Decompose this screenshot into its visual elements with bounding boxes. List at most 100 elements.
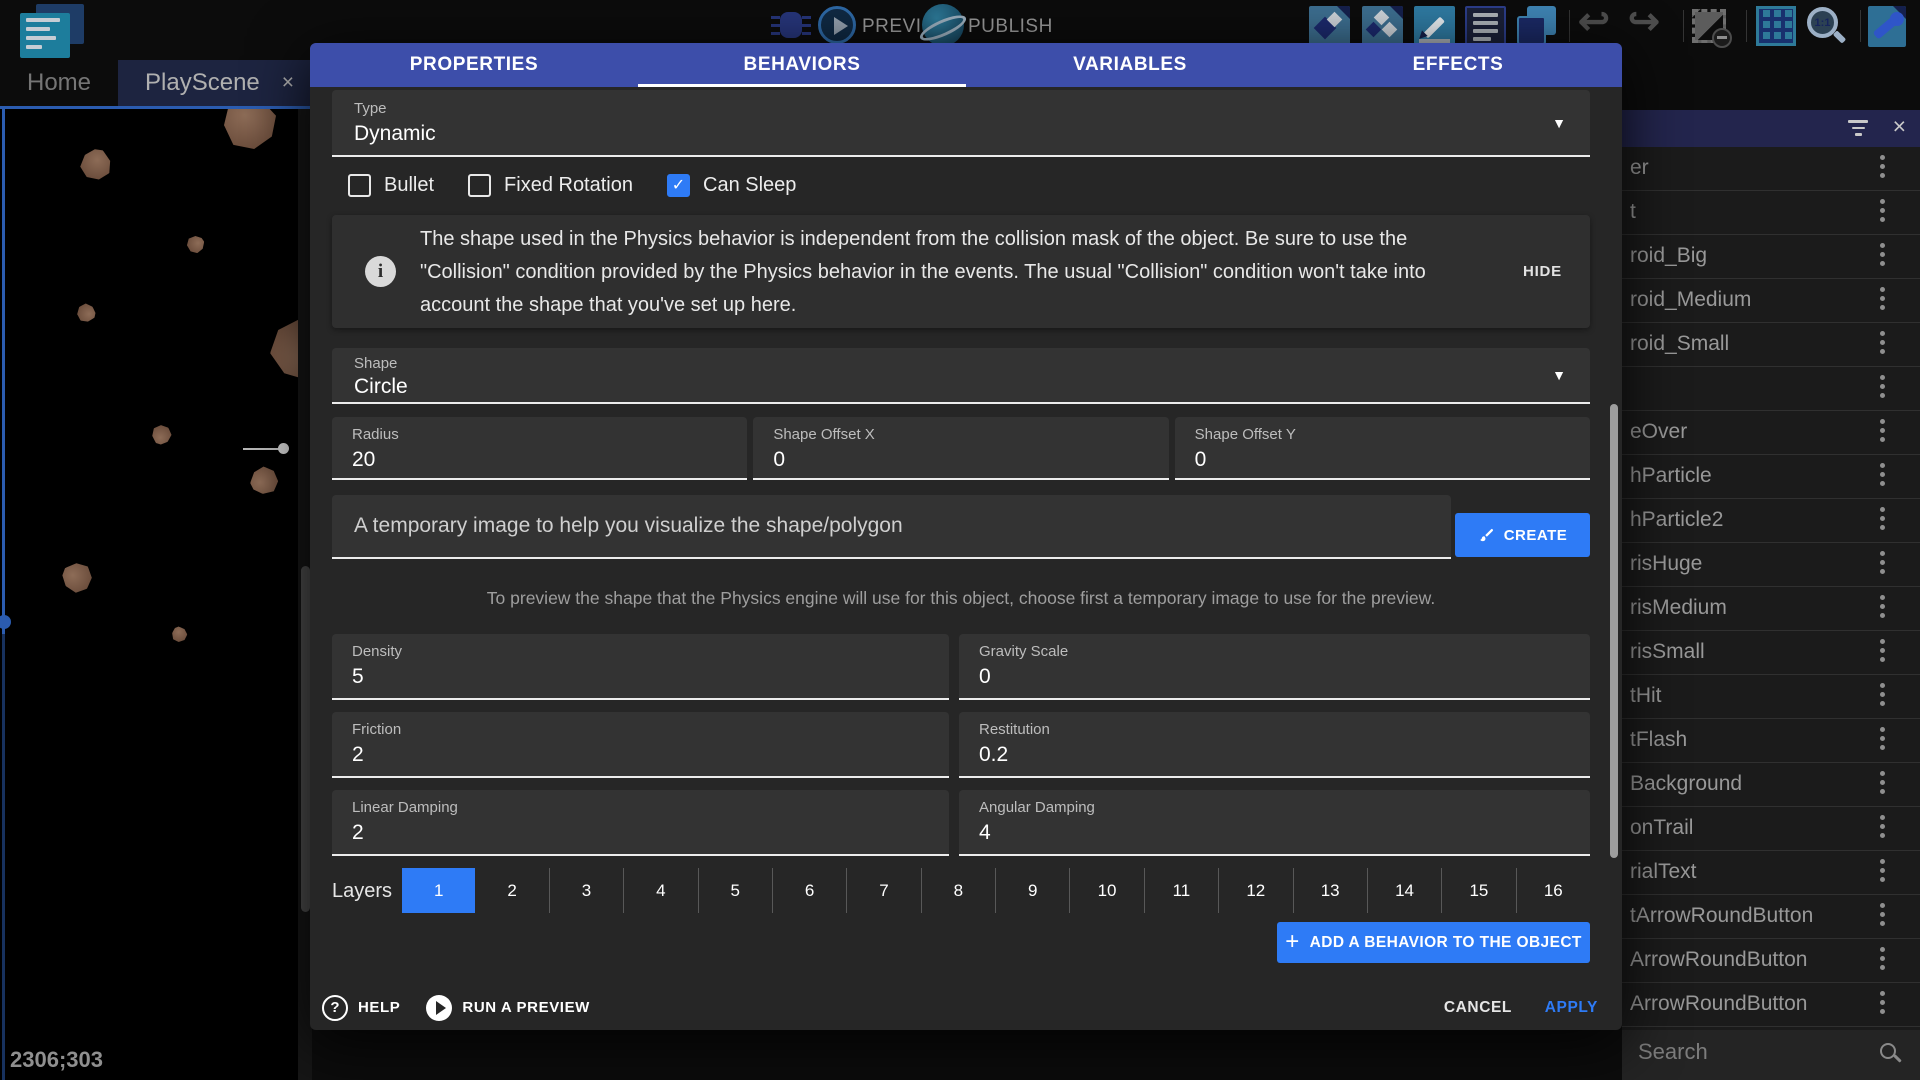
kebab-menu-icon[interactable] [1880,771,1886,798]
add-object-icon[interactable] [1309,6,1350,47]
checkbox-bullet[interactable]: Bullet [348,174,434,197]
edit-scene-icon[interactable] [1414,6,1455,47]
gizmo-handle[interactable] [278,443,289,454]
field-linear-damping[interactable]: Linear Damping2 [332,790,949,856]
zoom-1-1-icon[interactable]: 1:1 [1806,6,1846,46]
dialog-tab-variables[interactable]: VARIABLES [966,43,1294,87]
help-button[interactable]: HELP [358,999,400,1016]
kebab-menu-icon[interactable] [1880,551,1886,578]
object-row[interactable]: roid_Small [1622,323,1920,367]
instances-list-icon[interactable] [1465,6,1506,47]
field-friction[interactable]: Friction2 [332,712,949,778]
kebab-menu-icon[interactable] [1880,287,1886,314]
object-row[interactable]: Background [1622,763,1920,807]
project-manager-icon[interactable] [20,4,94,60]
layer-option-2[interactable]: 2 [475,868,549,913]
field-radius[interactable]: Radius20 [332,417,747,480]
object-row[interactable]: ArrowRoundButton [1622,939,1920,983]
kebab-menu-icon[interactable] [1880,419,1886,446]
apply-button[interactable]: APPLY [1545,999,1598,1017]
object-row[interactable]: roid_Medium [1622,279,1920,323]
close-icon[interactable]: × [282,71,294,95]
kebab-menu-icon[interactable] [1880,727,1886,754]
layer-option-10[interactable]: 10 [1070,868,1144,913]
tab-playscene[interactable]: PlayScene × [118,60,321,106]
layer-option-13[interactable]: 13 [1294,868,1368,913]
object-row[interactable]: risSmall [1622,631,1920,675]
checkbox-box[interactable]: ✓ [667,174,690,197]
layer-option-1[interactable]: 1 [402,868,475,913]
layer-option-12[interactable]: 12 [1219,868,1293,913]
object-row[interactable]: roid_Big [1622,235,1920,279]
scene-settings-icon[interactable] [1868,6,1906,47]
object-row[interactable]: risMedium [1622,587,1920,631]
layer-option-14[interactable]: 14 [1368,868,1442,913]
kebab-menu-icon[interactable] [1880,199,1886,226]
kebab-menu-icon[interactable] [1880,947,1886,974]
layer-option-15[interactable]: 15 [1442,868,1516,913]
layer-option-3[interactable]: 3 [550,868,624,913]
checkbox-fixed-rotation[interactable]: Fixed Rotation [468,174,633,197]
object-row[interactable]: hParticle [1622,455,1920,499]
layer-option-9[interactable]: 9 [996,868,1070,913]
temporary-image-field[interactable]: A temporary image to help you visualize … [332,495,1451,559]
kebab-menu-icon[interactable] [1880,463,1886,490]
checkbox-box[interactable] [348,174,371,197]
run-preview-button[interactable]: RUN A PREVIEW [462,999,590,1016]
run-preview-icon[interactable] [426,995,452,1021]
grid-icon[interactable] [1756,6,1796,46]
object-row[interactable]: tHit [1622,675,1920,719]
object-row[interactable]: er [1622,147,1920,191]
publish-button[interactable]: PUBLISH [968,16,1053,38]
kebab-menu-icon[interactable] [1880,243,1886,270]
object-row[interactable]: tArrowRoundButton [1622,895,1920,939]
kebab-menu-icon[interactable] [1880,903,1886,930]
field-gravity-scale[interactable]: Gravity Scale0 [959,634,1590,700]
kebab-menu-icon[interactable] [1880,507,1886,534]
checkbox-can-sleep[interactable]: ✓Can Sleep [667,174,796,197]
dialog-tab-behaviors[interactable]: BEHAVIORS [638,43,966,87]
object-row[interactable]: eOver [1622,411,1920,455]
field-shape-offset-x[interactable]: Shape Offset X0 [753,417,1168,480]
add-behavior-button[interactable]: + ADD A BEHAVIOR TO THE OBJECT [1277,922,1590,963]
object-row[interactable]: hParticle2 [1622,499,1920,543]
dialog-tab-effects[interactable]: EFFECTS [1294,43,1622,87]
field-angular-damping[interactable]: Angular Damping4 [959,790,1590,856]
type-dropdown[interactable]: Type Dynamic ▼ [332,90,1590,157]
dialog-tab-properties[interactable]: PROPERTIES [310,43,638,87]
object-row[interactable]: t [1622,191,1920,235]
object-row[interactable]: rialText [1622,851,1920,895]
kebab-menu-icon[interactable] [1880,683,1886,710]
scene-scrollbar-thumb[interactable] [301,566,310,912]
layer-option-8[interactable]: 8 [922,868,996,913]
object-row[interactable]: tFlash [1622,719,1920,763]
layers-icon[interactable] [1517,6,1558,47]
kebab-menu-icon[interactable] [1880,859,1886,886]
cancel-button[interactable]: CANCEL [1444,999,1512,1017]
layer-option-7[interactable]: 7 [847,868,921,913]
layer-option-4[interactable]: 4 [624,868,698,913]
object-row[interactable]: ArrowRoundButton [1622,983,1920,1027]
kebab-menu-icon[interactable] [1880,155,1886,182]
field-density[interactable]: Density5 [332,634,949,700]
undo-icon[interactable]: ↩ [1578,2,1610,42]
objects-list-icon[interactable] [1362,6,1403,47]
kebab-menu-icon[interactable] [1880,331,1886,358]
redo-icon[interactable]: ↪ [1628,2,1660,42]
kebab-menu-icon[interactable] [1880,815,1886,842]
debugger-icon[interactable] [780,12,802,38]
kebab-menu-icon[interactable] [1880,991,1886,1018]
object-row[interactable]: onTrail [1622,807,1920,851]
kebab-menu-icon[interactable] [1880,595,1886,622]
layer-option-5[interactable]: 5 [699,868,773,913]
publish-globe-icon[interactable] [922,4,964,46]
help-icon[interactable]: ? [322,995,348,1021]
hide-button[interactable]: HIDE [1523,263,1562,280]
scene-canvas[interactable]: 2306;303 [0,109,312,1080]
field-restitution[interactable]: Restitution0.2 [959,712,1590,778]
layer-option-16[interactable]: 16 [1517,868,1590,913]
dialog-scrollbar-thumb[interactable] [1610,404,1618,858]
preview-play-icon[interactable] [818,6,856,44]
close-icon[interactable]: × [1893,113,1906,140]
search-input[interactable] [1636,1038,1860,1066]
